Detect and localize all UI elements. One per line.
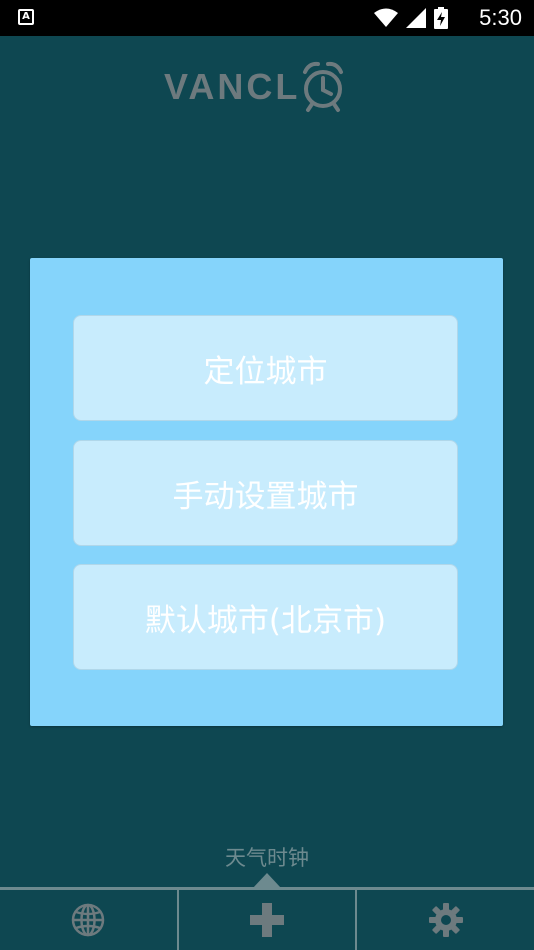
bottom-nav: [0, 887, 534, 950]
status-bar: A 5:30: [0, 0, 534, 36]
status-icons: [374, 7, 448, 29]
app-logo: VANCL: [164, 60, 346, 114]
tab-indicator-arrow: [253, 873, 281, 888]
city-selection-dialog: 定位城市 手动设置城市 默认城市(北京市): [30, 258, 503, 726]
notification-icon: A: [18, 9, 34, 25]
globe-icon: [72, 903, 105, 937]
nav-globe[interactable]: [0, 890, 177, 950]
locate-city-button[interactable]: 定位城市: [73, 315, 458, 421]
gear-icon: [428, 903, 463, 937]
plus-icon: [250, 903, 284, 937]
wifi-icon: [374, 8, 398, 27]
default-city-button[interactable]: 默认城市(北京市): [73, 564, 458, 670]
manual-city-button[interactable]: 手动设置城市: [73, 440, 458, 546]
nav-add[interactable]: [176, 890, 356, 950]
alarm-clock-icon: [303, 61, 344, 112]
status-time: 5:30: [479, 5, 522, 30]
app-name-label: 天气时钟: [225, 846, 309, 870]
logo-text: VANCL: [164, 66, 301, 107]
signal-icon: [406, 8, 426, 28]
nav-settings[interactable]: [355, 890, 534, 950]
battery-charging-icon: [434, 7, 448, 29]
